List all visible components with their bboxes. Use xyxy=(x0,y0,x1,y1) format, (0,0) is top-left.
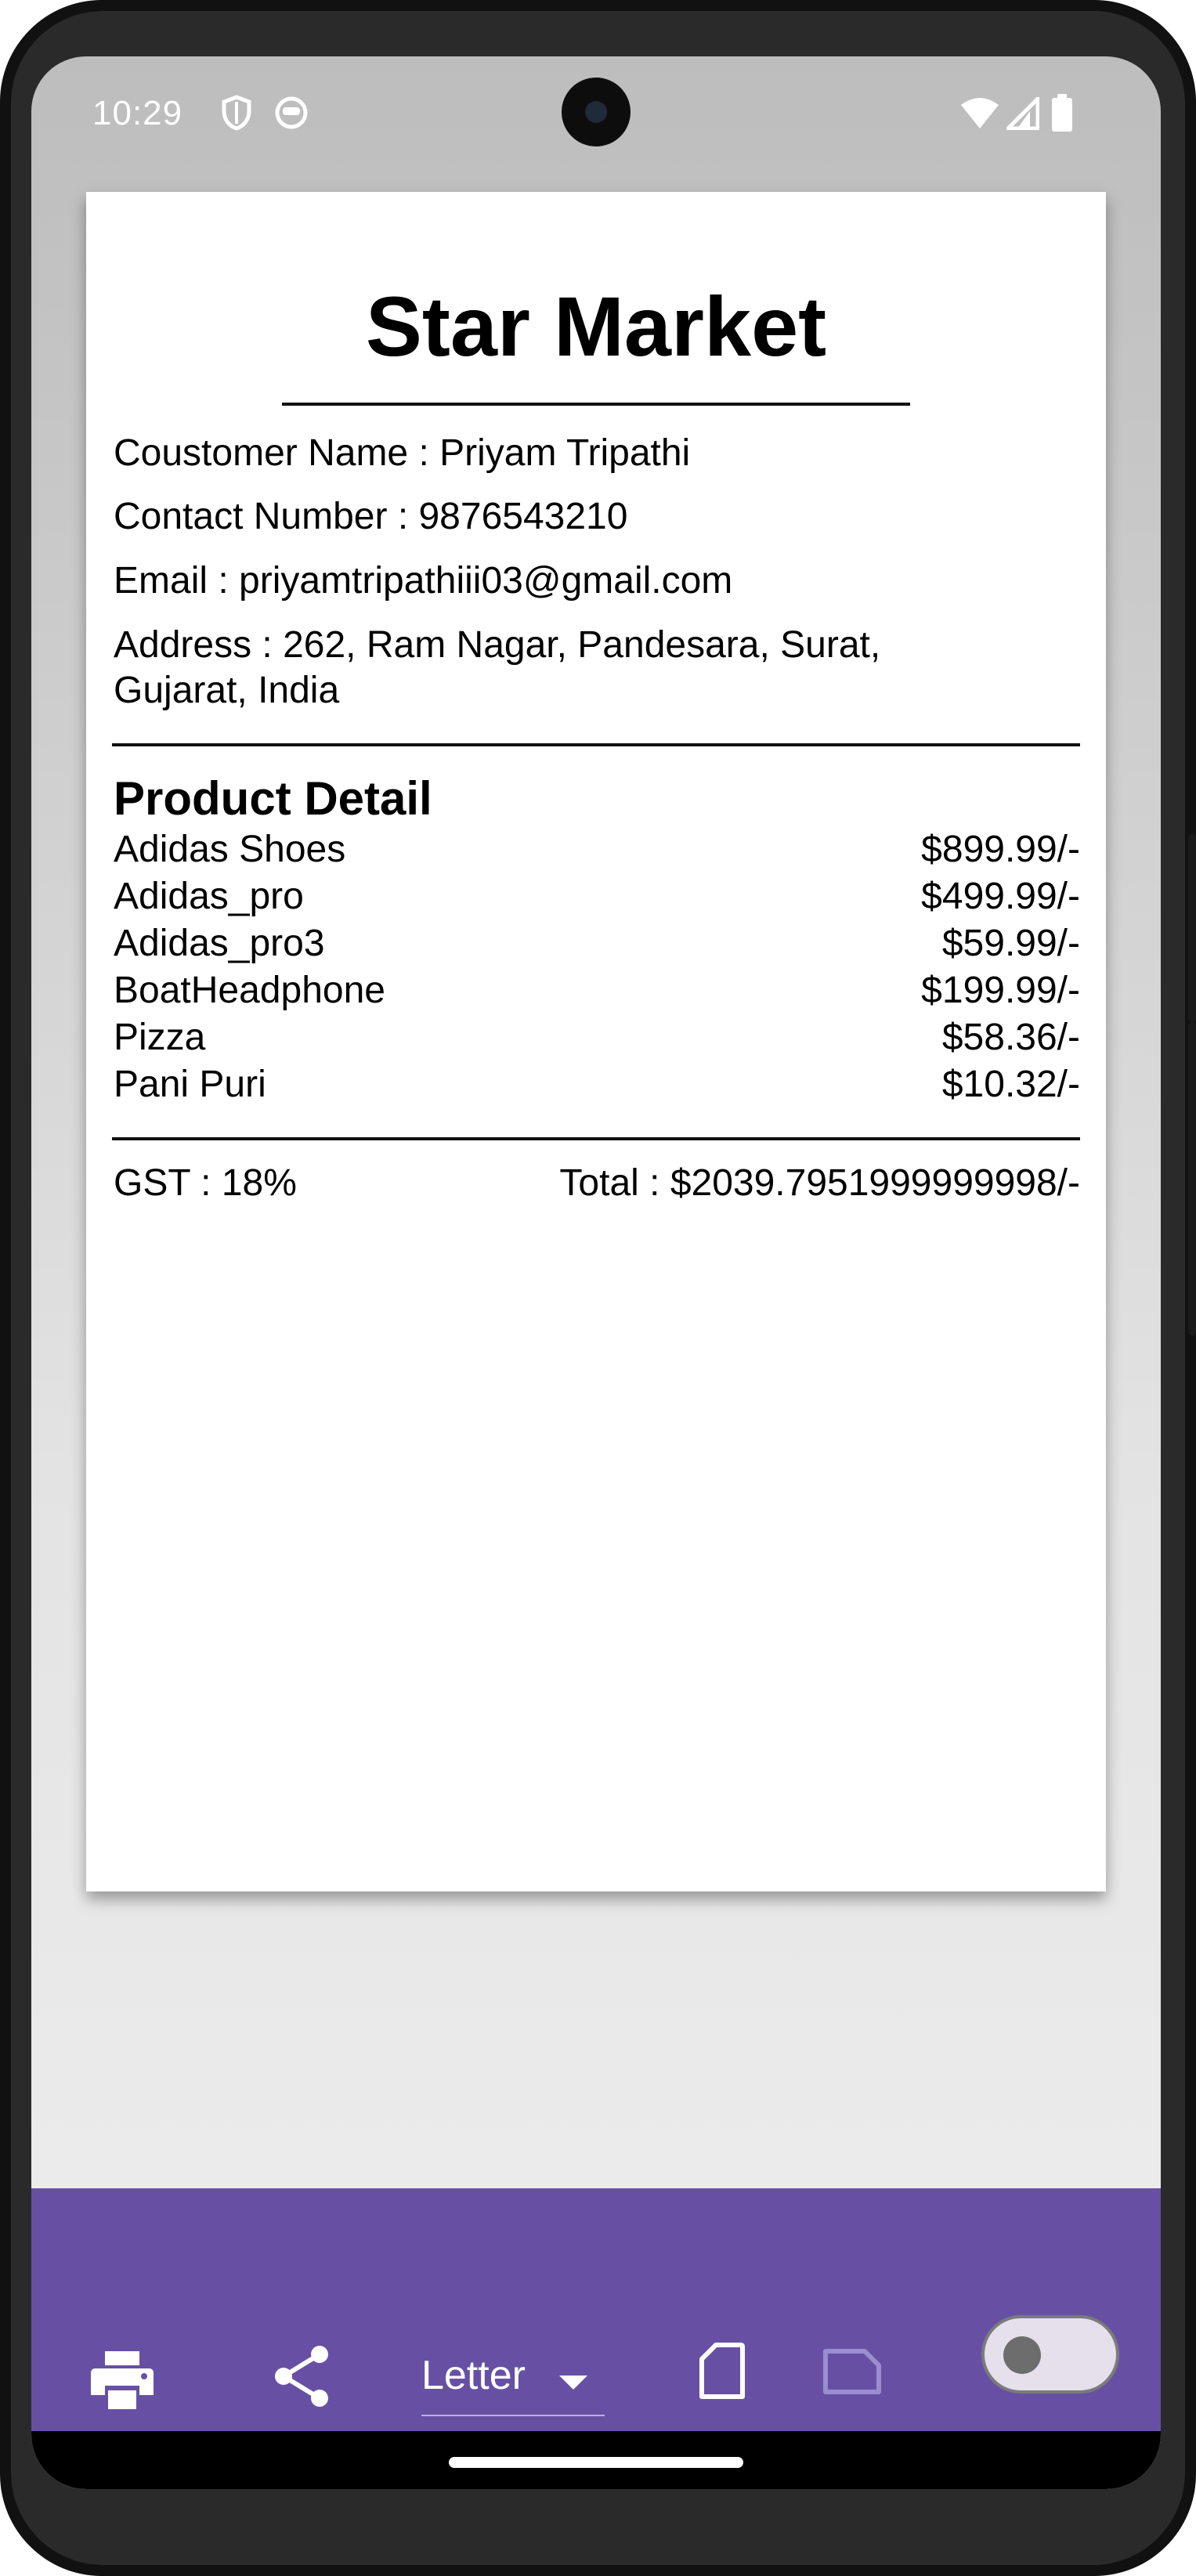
paper-size-dropdown[interactable]: Letter xyxy=(421,2352,605,2416)
print-toolbar: Letter xyxy=(31,2188,1161,2431)
product-row: BoatHeadphone $199.99/- xyxy=(114,969,1080,1016)
product-row: Adidas_pro $499.99/- xyxy=(114,875,1080,922)
contact-number: Contact Number : 9876543210 xyxy=(114,496,628,537)
screen: 10:29 Star Market Coustomer Name: Priya… xyxy=(31,56,1161,2489)
toggle-switch[interactable] xyxy=(981,2315,1119,2394)
title-divider xyxy=(282,403,910,406)
address-line-1: Address : 262, Ram Nagar, Pandesara, Sur… xyxy=(114,624,881,666)
product-name: Adidas_pro3 xyxy=(114,923,325,964)
home-handle[interactable] xyxy=(449,2457,743,2468)
volume-button xyxy=(1188,1022,1196,1335)
product-name: Pizza xyxy=(114,1017,206,1058)
email: Email : priyamtripathiii03@gmail.com xyxy=(114,560,733,602)
product-price: $10.32/- xyxy=(941,1064,1080,1105)
toggle-knob xyxy=(1003,2336,1041,2374)
product-heading: Product Detail xyxy=(114,772,432,825)
gst-label: GST : 18% xyxy=(114,1162,297,1204)
dropdown-arrow-icon xyxy=(559,2375,587,2395)
product-row: Pani Puri $10.32/- xyxy=(114,1063,1080,1110)
front-camera xyxy=(562,78,631,146)
customer-name: Coustomer Name : Priyam Tripathi xyxy=(114,432,691,474)
product-price: $58.36/- xyxy=(941,1017,1080,1058)
status-bar: 10:29 xyxy=(31,56,1161,174)
device: 10:29 Star Market Coustomer Name: Priya… xyxy=(0,0,1196,2576)
section-divider xyxy=(112,743,1080,746)
wifi-icon xyxy=(959,97,1000,134)
product-row: Pizza $58.36/- xyxy=(114,1016,1080,1063)
product-row: Adidas Shoes $899.99/- xyxy=(114,828,1080,875)
product-name: Adidas_pro xyxy=(114,876,304,917)
product-row: Adidas_pro3 $59.99/- xyxy=(114,922,1080,969)
landscape-icon[interactable] xyxy=(822,2348,882,2399)
product-price: $499.99/- xyxy=(921,876,1080,917)
portrait-icon[interactable] xyxy=(699,2342,746,2404)
robot-face-icon xyxy=(274,96,309,134)
receipt-preview: Star Market Coustomer Name : Priyam Trip… xyxy=(86,192,1106,1891)
product-name: Pani Puri xyxy=(114,1064,266,1105)
total-amount: Total : $2039.7951999999998/- xyxy=(559,1162,1080,1204)
product-name: Adidas Shoes xyxy=(114,829,346,870)
product-price: $59.99/- xyxy=(941,923,1080,964)
address-line-2: Gujarat, India xyxy=(114,670,340,711)
power-button xyxy=(1188,834,1196,1022)
product-name: BoatHeadphone xyxy=(114,970,385,1011)
store-title: Star Market xyxy=(365,279,827,374)
print-icon[interactable] xyxy=(91,2351,154,2413)
product-price: $199.99/- xyxy=(921,970,1080,1011)
battery-icon xyxy=(1052,94,1072,135)
product-price: $899.99/- xyxy=(921,829,1080,870)
paper-size-label: Letter xyxy=(421,2353,526,2398)
share-icon[interactable] xyxy=(274,2345,331,2412)
navigation-bar xyxy=(31,2431,1161,2489)
status-time: 10:29 xyxy=(92,94,183,132)
cell-signal-icon xyxy=(1003,93,1040,134)
shield-icon xyxy=(219,94,254,135)
camera-lens xyxy=(585,101,607,123)
totals-divider xyxy=(112,1137,1080,1140)
